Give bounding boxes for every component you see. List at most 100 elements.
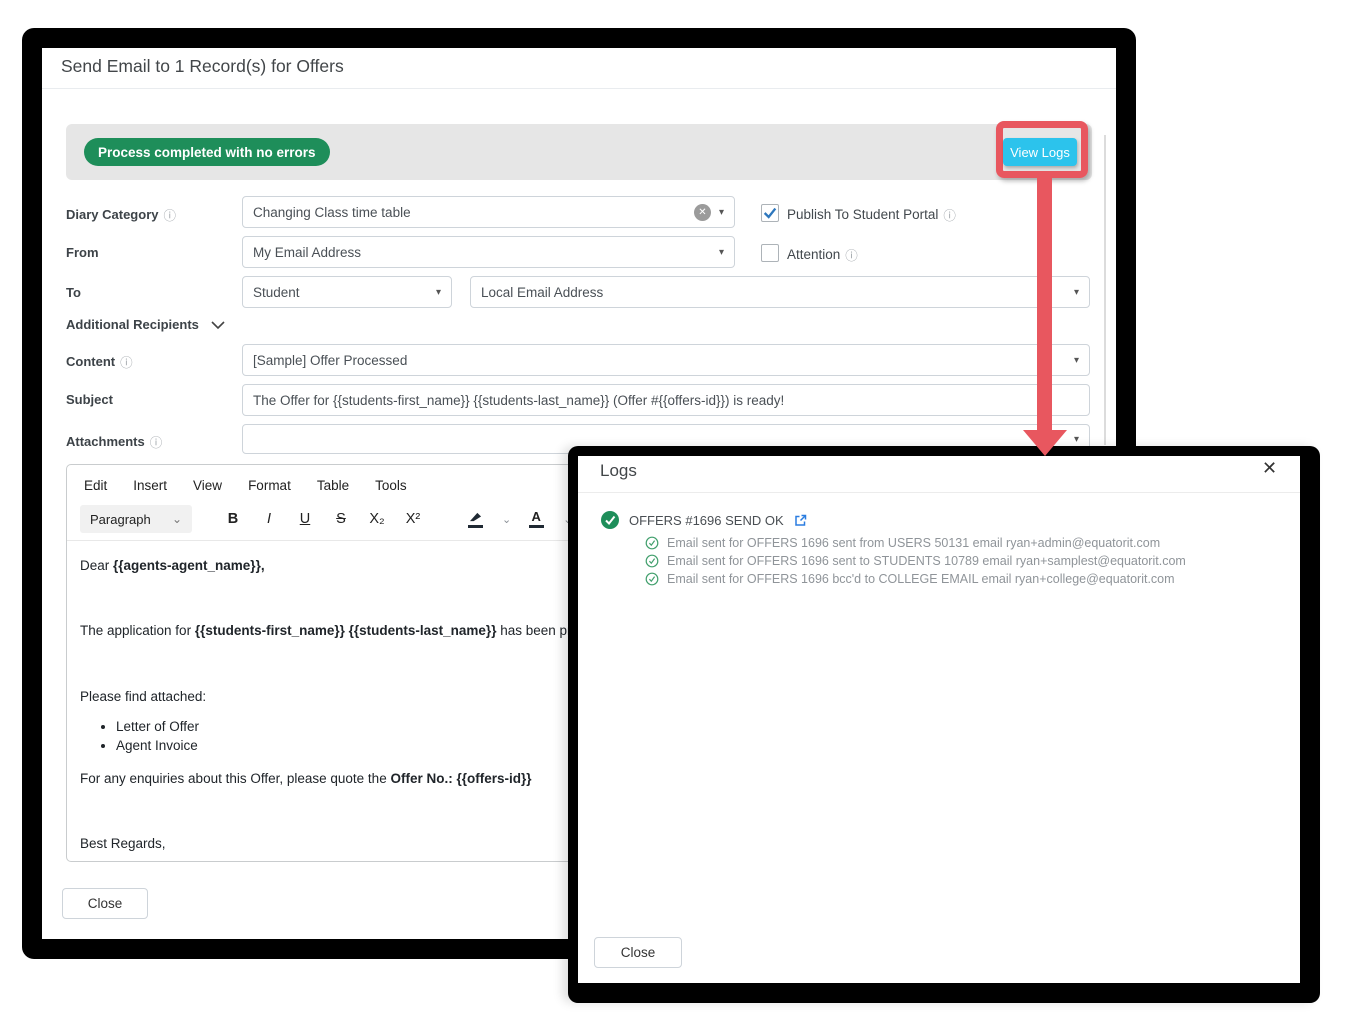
subject-value: The Offer for {{students-first_name}} {{…: [253, 393, 1079, 408]
info-icon: ⓘ: [150, 432, 163, 451]
scrollbar-track[interactable]: [1104, 135, 1106, 445]
page: Send Email to 1 Record(s) for Offers Pro…: [0, 0, 1345, 1016]
modal-close-button[interactable]: Close: [62, 888, 148, 919]
publish-to-student-portal-checkbox[interactable]: [761, 204, 779, 222]
text-color-bar: [529, 525, 544, 528]
header-divider: [42, 88, 1116, 89]
success-check-outline-icon: [645, 554, 659, 568]
menu-tools[interactable]: Tools: [375, 478, 407, 493]
diary-category-value: Changing Class time table: [253, 205, 686, 220]
info-icon: ⓘ: [120, 352, 133, 371]
content-value: [Sample] Offer Processed: [253, 353, 1066, 368]
menu-insert[interactable]: Insert: [133, 478, 167, 493]
to-email-select[interactable]: Local Email Address ▾: [470, 276, 1090, 308]
from-label: From: [66, 245, 99, 260]
modal-title: Send Email to 1 Record(s) for Offers: [61, 56, 344, 77]
content-label: Content ⓘ: [66, 352, 133, 371]
success-check-outline-icon: [645, 536, 659, 550]
attention-label: Attention ⓘ: [787, 245, 858, 264]
log-detail-text: Email sent for OFFERS 1696 bcc'd to COLL…: [667, 572, 1175, 586]
highlight-color-button[interactable]: [464, 511, 486, 528]
chevron-down-icon: [210, 320, 226, 330]
caret-down-icon[interactable]: ⌄: [502, 513, 511, 526]
log-detail-row: Email sent for OFFERS 1696 bcc'd to COLL…: [645, 570, 1186, 588]
last-name-variable: {{students-last_name}}: [349, 623, 497, 638]
menu-table[interactable]: Table: [317, 478, 349, 493]
log-entry-title: OFFERS #1696 SEND OK: [629, 513, 784, 528]
greeting-prefix: Dear: [80, 558, 113, 573]
enquiry-prefix: For any enquiries about this Offer, plea…: [80, 771, 390, 786]
highlighter-pen-icon: [468, 511, 483, 523]
logs-header-divider: [578, 492, 1300, 493]
success-check-icon: [601, 511, 619, 529]
diary-category-select[interactable]: Changing Class time table ✕ ▾: [242, 196, 735, 228]
log-detail-text: Email sent for OFFERS 1696 sent from USE…: [667, 536, 1160, 550]
attachments-label: Attachments ⓘ: [66, 432, 162, 451]
diary-category-label-text: Diary Category: [66, 207, 158, 222]
to-type-select[interactable]: Student ▾: [242, 276, 452, 308]
log-detail-row: Email sent for OFFERS 1696 sent from USE…: [645, 534, 1186, 552]
status-badge: Process completed with no errors: [84, 138, 330, 166]
italic-button[interactable]: I: [258, 511, 280, 527]
menu-format[interactable]: Format: [248, 478, 291, 493]
superscript-button[interactable]: X²: [402, 511, 424, 527]
caret-down-icon: ▾: [1074, 287, 1079, 298]
annotation-arrow-head: [1023, 430, 1067, 456]
menu-edit[interactable]: Edit: [84, 478, 107, 493]
from-select[interactable]: My Email Address ▾: [242, 236, 735, 268]
additional-recipients-toggle[interactable]: Additional Recipients: [66, 317, 226, 332]
agent-name-variable: {{agents-agent_name}},: [113, 558, 265, 573]
logs-close-button[interactable]: Close: [594, 937, 682, 968]
log-detail-row: Email sent for OFFERS 1696 sent to STUDE…: [645, 552, 1186, 570]
annotation-arrow-stem: [1037, 176, 1052, 430]
caret-down-icon: ▾: [1074, 355, 1079, 366]
caret-down-icon: ▾: [719, 247, 724, 258]
text-color-letter: A: [532, 511, 541, 523]
application-prefix: The application for: [80, 623, 195, 638]
attachments-label-text: Attachments: [66, 434, 145, 449]
to-type-value: Student: [253, 285, 428, 300]
content-label-text: Content: [66, 354, 115, 369]
from-value: My Email Address: [253, 245, 711, 260]
success-check-outline-icon: [645, 572, 659, 586]
subject-label: Subject: [66, 392, 113, 407]
checkmark-icon: [762, 205, 778, 221]
close-icon[interactable]: ✕: [1262, 458, 1277, 479]
paragraph-style-value: Paragraph: [90, 512, 151, 527]
caret-down-icon: ▾: [719, 207, 724, 218]
to-email-value: Local Email Address: [481, 285, 1066, 300]
paragraph-style-dropdown[interactable]: Paragraph ⌄: [80, 505, 192, 533]
view-logs-button[interactable]: View Logs: [1003, 138, 1077, 166]
diary-category-label: Diary Category ⓘ: [66, 205, 176, 224]
bold-button[interactable]: B: [222, 511, 244, 527]
caret-down-icon: ▾: [1074, 434, 1079, 445]
text-color-button[interactable]: A: [525, 511, 547, 528]
underline-button[interactable]: U: [294, 511, 316, 527]
subject-label-text: Subject: [66, 392, 113, 407]
additional-recipients-label-text: Additional Recipients: [66, 317, 199, 332]
info-icon: ⓘ: [943, 205, 956, 224]
subject-input[interactable]: The Offer for {{students-first_name}} {{…: [242, 384, 1090, 416]
log-entry: OFFERS #1696 SEND OK: [601, 511, 807, 529]
attention-checkbox[interactable]: [761, 244, 779, 262]
clear-selection-icon[interactable]: ✕: [694, 204, 711, 221]
content-select[interactable]: [Sample] Offer Processed ▾: [242, 344, 1090, 376]
log-detail-text: Email sent for OFFERS 1696 sent to STUDE…: [667, 554, 1186, 568]
editor-toolbar: B I U S X₂ X² ⌄ A ⌄ Tx: [222, 505, 608, 533]
from-label-text: From: [66, 245, 99, 260]
external-link-icon[interactable]: [794, 514, 807, 527]
first-name-variable: {{students-first_name}}: [195, 623, 345, 638]
to-label-text: To: [66, 285, 81, 300]
offer-number-variable: Offer No.: {{offers-id}}: [390, 771, 531, 786]
info-icon: ⓘ: [845, 245, 858, 264]
publish-to-student-portal-label: Publish To Student Portal ⓘ: [787, 205, 956, 224]
strikethrough-button[interactable]: S: [330, 511, 352, 527]
menu-view[interactable]: View: [193, 478, 222, 493]
caret-down-icon: ▾: [436, 287, 441, 298]
subscript-button[interactable]: X₂: [366, 511, 388, 527]
attention-label-text: Attention: [787, 247, 840, 262]
highlight-color-bar: [468, 525, 483, 528]
editor-menubar: Edit Insert View Format Table Tools: [84, 478, 407, 493]
to-label: To: [66, 285, 81, 300]
logs-dialog: [568, 446, 1320, 1003]
